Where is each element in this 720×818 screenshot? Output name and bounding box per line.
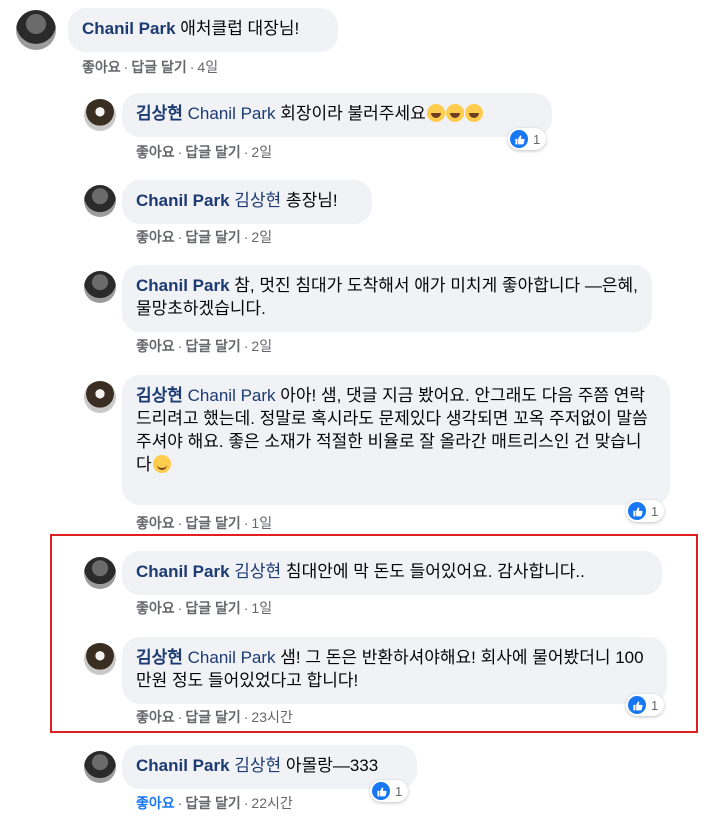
thumbs-up-icon xyxy=(628,502,646,520)
comment-text: 아몰랑—333 xyxy=(281,756,379,775)
avatar[interactable] xyxy=(84,185,116,217)
like-link[interactable]: 좋아요 xyxy=(136,338,175,354)
avatar[interactable] xyxy=(84,751,116,783)
timestamp[interactable]: 2일 xyxy=(251,144,272,160)
comment-actions: 좋아요 · 답글 달기 · 2일 xyxy=(136,229,273,245)
avatar[interactable] xyxy=(84,381,116,413)
like-link[interactable]: 좋아요 xyxy=(136,229,175,245)
comment-author[interactable]: Chanil Park xyxy=(136,756,230,775)
comment-actions: 좋아요 · 답글 달기 · 1일 xyxy=(136,600,273,616)
reply-link[interactable]: 답글 달기 xyxy=(185,600,240,616)
like-link[interactable]: 좋아요 xyxy=(136,600,175,616)
mention-tag[interactable]: Chanil Park xyxy=(188,648,276,667)
like-link[interactable]: 좋아요 xyxy=(82,59,121,75)
comment-author[interactable]: Chanil Park xyxy=(82,19,176,38)
mention-tag[interactable]: Chanil Park xyxy=(188,104,276,123)
reply-link[interactable]: 답글 달기 xyxy=(185,144,240,160)
comment-bubble: 김상현 Chanil Park 회장이라 불러주세요 xyxy=(122,93,552,137)
reply-link[interactable]: 답글 달기 xyxy=(185,709,240,725)
comment-text: 총장님! xyxy=(281,191,338,210)
like-link[interactable]: 좋아요 xyxy=(136,144,175,160)
comment-author[interactable]: 김상현 xyxy=(136,386,183,405)
like-link[interactable]: 좋아요 xyxy=(136,709,175,725)
comment-actions: 좋아요 · 답글 달기 · 23시간 xyxy=(136,709,293,725)
timestamp[interactable]: 22시간 xyxy=(251,795,292,811)
reply-link[interactable]: 답글 달기 xyxy=(185,338,240,354)
comment-bubble: Chanil Park 애처클럽 대장님! xyxy=(68,8,338,52)
comment-actions: 좋아요 · 답글 달기 · 22시간 xyxy=(136,795,293,811)
comment-author[interactable]: Chanil Park xyxy=(136,276,230,295)
timestamp[interactable]: 1일 xyxy=(251,600,272,616)
comment-bubble: 김상현 Chanil Park 아아! 샘, 댓글 지금 봤어요. 안그래도 다… xyxy=(122,375,670,505)
avatar[interactable] xyxy=(84,99,116,131)
thumbs-up-icon xyxy=(372,782,390,800)
reply-link[interactable]: 답글 달기 xyxy=(185,515,240,531)
reply-link[interactable]: 답글 달기 xyxy=(185,229,240,245)
laughing-emoji-icon xyxy=(426,104,445,122)
timestamp[interactable]: 23시간 xyxy=(251,709,292,725)
comment-actions: 좋아요 · 답글 달기 · 4일 xyxy=(82,59,219,75)
mention-tag[interactable]: 김상현 xyxy=(234,191,281,210)
comment-actions: 좋아요 · 답글 달기 · 2일 xyxy=(136,144,273,160)
comment-bubble: 김상현 Chanil Park 샘! 그 돈은 반환하셔야해요! 회사에 물어봤… xyxy=(122,637,667,704)
timestamp[interactable]: 2일 xyxy=(251,229,272,245)
comment-author[interactable]: Chanil Park xyxy=(136,562,230,581)
reply-link[interactable]: 답글 달기 xyxy=(131,59,186,75)
thumbs-up-icon xyxy=(628,696,646,714)
reaction-count[interactable]: 1 xyxy=(370,780,409,802)
timestamp[interactable]: 1일 xyxy=(251,515,272,531)
mention-tag[interactable]: Chanil Park xyxy=(188,386,276,405)
laughing-emoji-icon xyxy=(445,104,464,122)
avatar[interactable] xyxy=(16,10,56,50)
comment-bubble: Chanil Park 김상현 침대안에 막 돈도 들어있어요. 감사합니다.. xyxy=(122,551,662,595)
comment-author[interactable]: 김상현 xyxy=(136,104,183,123)
comment-bubble: Chanil Park 김상현 총장님! xyxy=(122,180,372,224)
reaction-count[interactable]: 1 xyxy=(626,694,665,716)
comment-actions: 좋아요 · 답글 달기 · 1일 xyxy=(136,515,273,531)
reply-link[interactable]: 답글 달기 xyxy=(185,795,240,811)
comment-text: 침대안에 막 돈도 들어있어요. 감사합니다.. xyxy=(281,562,585,581)
comment-author[interactable]: 김상현 xyxy=(136,648,183,667)
avatar[interactable] xyxy=(84,271,116,303)
comment-author[interactable]: Chanil Park xyxy=(136,191,230,210)
timestamp[interactable]: 4일 xyxy=(197,59,218,75)
comment-text: 애처클럽 대장님! xyxy=(175,19,300,38)
avatar[interactable] xyxy=(84,557,116,589)
avatar[interactable] xyxy=(84,643,116,675)
like-link[interactable]: 좋아요 xyxy=(136,515,175,531)
mention-tag[interactable]: 김상현 xyxy=(234,562,281,581)
reaction-count[interactable]: 1 xyxy=(508,128,547,150)
comment-bubble: Chanil Park 참, 멋진 침대가 도착해서 애가 미치게 좋아합니다 … xyxy=(122,265,652,332)
comment-actions: 좋아요 · 답글 달기 · 2일 xyxy=(136,338,273,354)
reaction-count[interactable]: 1 xyxy=(626,500,665,522)
mention-tag[interactable]: 김상현 xyxy=(234,756,281,775)
thumbs-up-icon xyxy=(510,130,528,148)
like-link[interactable]: 좋아요 xyxy=(136,795,175,811)
smiling-emoji-icon xyxy=(152,455,171,473)
laughing-emoji-icon xyxy=(464,104,483,122)
comment-text: 회장이라 불러주세요 xyxy=(275,104,426,123)
timestamp[interactable]: 2일 xyxy=(251,338,272,354)
